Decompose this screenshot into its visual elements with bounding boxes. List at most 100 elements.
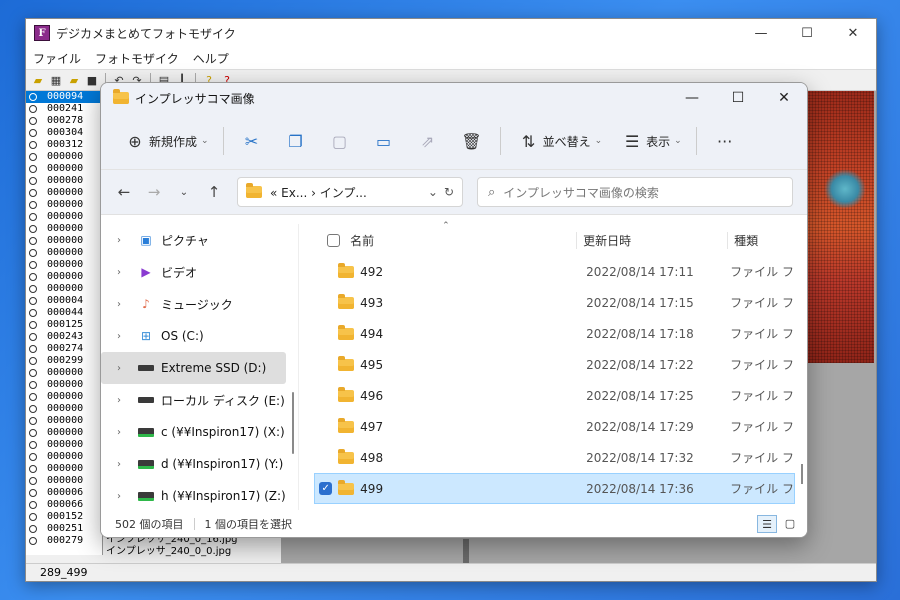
number-list-row[interactable]: 000274	[26, 343, 102, 355]
forward-arrow-icon[interactable]: →	[139, 183, 169, 201]
radio-icon[interactable]	[29, 429, 37, 437]
number-list-row[interactable]: 000000	[26, 451, 102, 463]
save-icon[interactable]: ■	[84, 72, 100, 88]
radio-icon[interactable]	[29, 177, 37, 185]
details-view-icon[interactable]: ☰	[757, 515, 777, 533]
file-row[interactable]: 498 2022/08/14 17:32 ファイル フ	[314, 442, 795, 473]
nav-item-pictures[interactable]: › ▣ ピクチャ	[101, 224, 286, 256]
radio-icon[interactable]	[29, 285, 37, 293]
radio-icon[interactable]	[29, 309, 37, 317]
file-row[interactable]: 492 2022/08/14 17:11 ファイル フ	[314, 256, 795, 287]
radio-icon[interactable]	[29, 129, 37, 137]
radio-icon[interactable]	[29, 453, 37, 461]
explorer-minimize-button[interactable]: —	[669, 83, 715, 113]
chevron-right-icon[interactable]: ›	[117, 491, 133, 502]
column-date[interactable]: 更新日時	[576, 231, 727, 249]
radio-icon[interactable]	[29, 333, 37, 341]
radio-icon[interactable]	[29, 261, 37, 269]
number-list-row[interactable]: 000000	[26, 415, 102, 427]
radio-icon[interactable]	[29, 405, 37, 413]
chevron-right-icon[interactable]: ›	[117, 427, 133, 438]
folder-icon[interactable]: ▰	[66, 72, 82, 88]
number-list-row[interactable]: 000066	[26, 499, 102, 511]
menu-file[interactable]: ファイル	[26, 50, 88, 67]
radio-icon[interactable]	[29, 477, 37, 485]
radio-icon[interactable]	[29, 537, 37, 545]
chevron-right-icon[interactable]: ›	[117, 363, 133, 374]
number-list-row[interactable]: 000000	[26, 283, 102, 295]
file-list-item[interactable]: インプレッサ_240_0_0.jpg	[102, 546, 332, 558]
select-all-checkbox[interactable]	[327, 233, 341, 247]
row-checkbox[interactable]: ✓	[319, 482, 333, 495]
number-list-row[interactable]: 000243	[26, 331, 102, 343]
radio-icon[interactable]	[29, 465, 37, 473]
number-list-row[interactable]: 000000	[26, 439, 102, 451]
tiles-view-icon[interactable]: ▢	[781, 515, 799, 531]
app-minimize-button[interactable]: —	[738, 19, 784, 47]
number-list-row[interactable]: 000044	[26, 307, 102, 319]
cut-button[interactable]: ✂	[230, 125, 274, 157]
radio-icon[interactable]	[29, 105, 37, 113]
chevron-right-icon[interactable]: ›	[117, 395, 133, 406]
number-list-row[interactable]: 000251	[26, 523, 102, 535]
number-list-row[interactable]: 000000	[26, 151, 102, 163]
app-maximize-button[interactable]: ☐	[784, 19, 830, 47]
radio-icon[interactable]	[29, 381, 37, 389]
number-list-row[interactable]: 000000	[26, 187, 102, 199]
number-list[interactable]: 000094 000241 000278 000304 000312 000000 0000…	[26, 91, 103, 555]
rename-button[interactable]: ▭	[362, 125, 406, 157]
file-row[interactable]: 495 2022/08/14 17:22 ファイル フ	[314, 349, 795, 380]
copy-button[interactable]: ❐	[274, 125, 318, 157]
number-list-row[interactable]: 000000	[26, 271, 102, 283]
number-list-row[interactable]: 000278	[26, 115, 102, 127]
column-name[interactable]: 名前	[350, 232, 576, 249]
number-list-row[interactable]: 000312	[26, 139, 102, 151]
recent-chevron-icon[interactable]: ⌄	[169, 187, 199, 198]
chevron-down-icon[interactable]: ⌄	[428, 185, 438, 199]
number-list-row[interactable]: 000241	[26, 103, 102, 115]
view-button[interactable]: ☰ 表示 ⌄	[610, 125, 690, 157]
number-list-row[interactable]: 000000	[26, 403, 102, 415]
radio-icon[interactable]	[29, 345, 37, 353]
file-row[interactable]: 497 2022/08/14 17:29 ファイル フ	[314, 411, 795, 442]
number-list-row[interactable]: 000000	[26, 475, 102, 487]
number-list-row[interactable]: 000000	[26, 391, 102, 403]
number-list-row[interactable]: 000299	[26, 355, 102, 367]
explorer-close-button[interactable]: ✕	[761, 83, 807, 113]
number-list-row[interactable]: 000000	[26, 175, 102, 187]
number-list-row[interactable]: 000304	[26, 127, 102, 139]
radio-icon[interactable]	[29, 189, 37, 197]
refresh-icon[interactable]: ↻	[444, 185, 454, 199]
radio-icon[interactable]	[29, 117, 37, 125]
number-list-row[interactable]: 000000	[26, 367, 102, 379]
radio-icon[interactable]	[29, 141, 37, 149]
radio-icon[interactable]	[29, 357, 37, 365]
chevron-right-icon[interactable]: ›	[117, 267, 133, 278]
number-list-row[interactable]: 000000	[26, 199, 102, 211]
radio-icon[interactable]	[29, 513, 37, 521]
nav-item-network-z[interactable]: › h (¥¥Inspiron17) (Z:)	[101, 480, 286, 512]
file-row[interactable]: 496 2022/08/14 17:25 ファイル フ	[314, 380, 795, 411]
number-list-row[interactable]: 000006	[26, 487, 102, 499]
radio-icon[interactable]	[29, 225, 37, 233]
radio-icon[interactable]	[29, 501, 37, 509]
radio-icon[interactable]	[29, 417, 37, 425]
radio-icon[interactable]	[29, 441, 37, 449]
chevron-right-icon[interactable]: ›	[117, 299, 133, 310]
radio-icon[interactable]	[29, 165, 37, 173]
radio-icon[interactable]	[29, 273, 37, 281]
radio-icon[interactable]	[29, 489, 37, 497]
nav-item-extreme-ssd[interactable]: › Extreme SSD (D:)	[101, 352, 287, 384]
number-list-row[interactable]: 000000	[26, 235, 102, 247]
radio-icon[interactable]	[29, 93, 37, 101]
radio-icon[interactable]	[29, 525, 37, 533]
sort-button[interactable]: ⇅ 並べ替え ⌄	[507, 125, 611, 157]
nav-item-os-drive[interactable]: › ⊞ OS (C:)	[101, 320, 286, 352]
chevron-right-icon[interactable]: ›	[117, 459, 133, 470]
file-row[interactable]: ✓ 499 2022/08/14 17:36 ファイル フ	[314, 473, 795, 504]
radio-icon[interactable]	[29, 237, 37, 245]
chevron-right-icon[interactable]: ›	[117, 235, 133, 246]
more-options-button[interactable]: ···	[703, 125, 747, 157]
grid-icon[interactable]: ▦	[48, 72, 64, 88]
number-list-row[interactable]: 000000	[26, 259, 102, 271]
